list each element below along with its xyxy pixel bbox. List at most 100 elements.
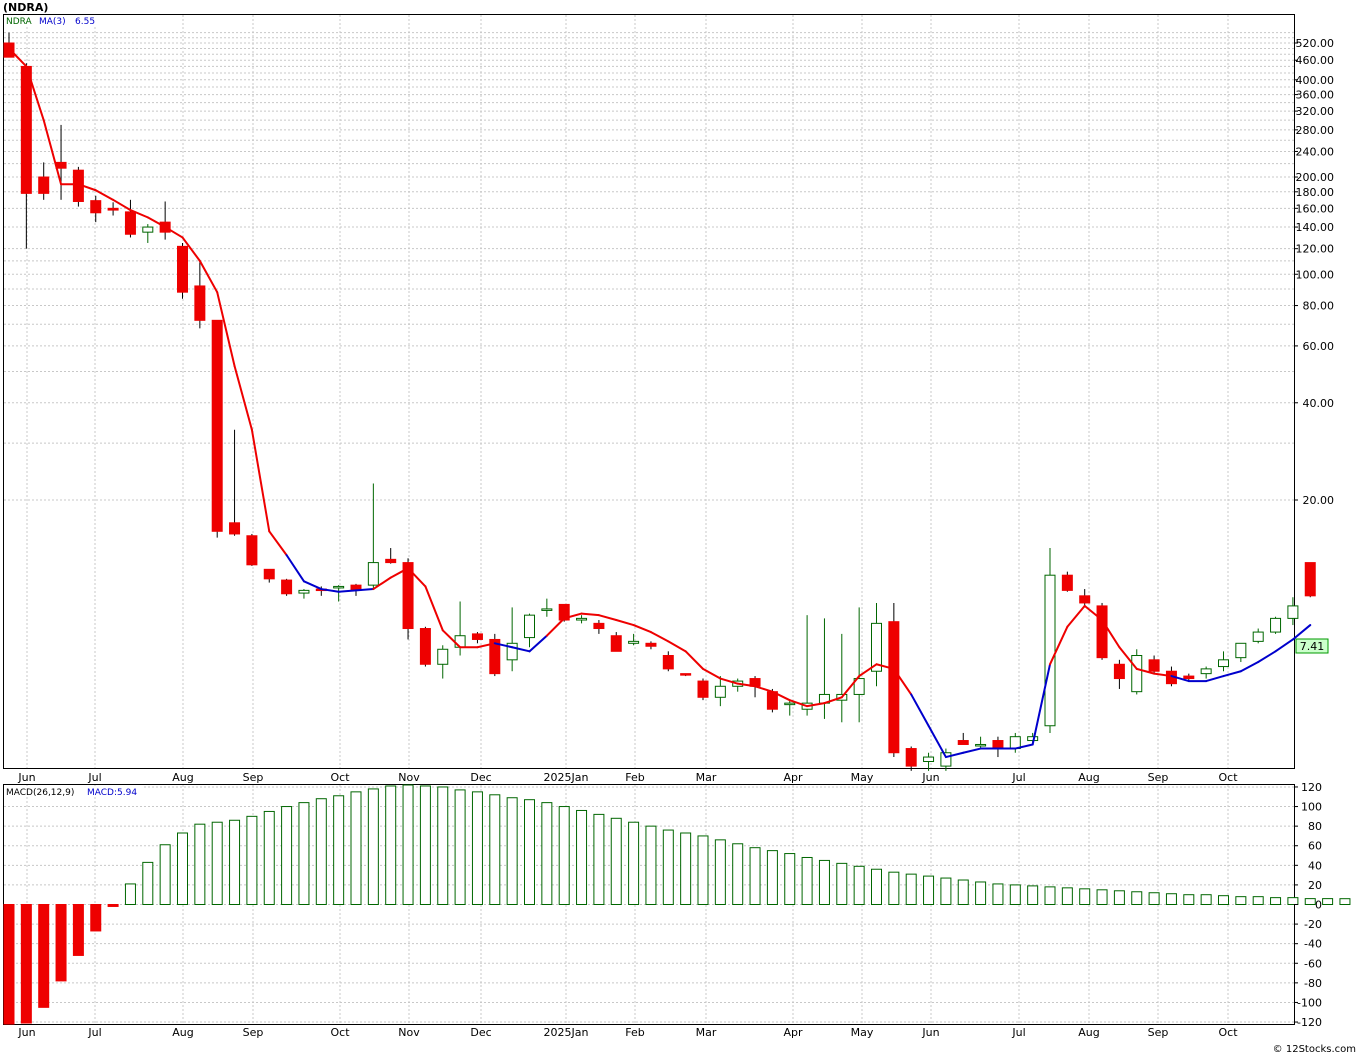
macd-bar bbox=[1304, 898, 1316, 905]
macd-bar bbox=[107, 904, 119, 907]
price-y-tick-label: 520.00 bbox=[1296, 37, 1335, 50]
macd-bar bbox=[732, 843, 744, 906]
macd-bar bbox=[558, 806, 570, 906]
macd-bar bbox=[784, 853, 796, 905]
macd-bar bbox=[229, 819, 241, 905]
price-y-tick-label: 240.00 bbox=[1296, 145, 1335, 158]
macd-legend-value: MACD:5.94 bbox=[87, 788, 137, 798]
price-x-tick-label: May bbox=[851, 771, 874, 784]
macd-y-tick-label: -20 bbox=[1304, 918, 1322, 931]
macd-bar bbox=[905, 873, 917, 906]
macd-bar bbox=[1235, 896, 1247, 906]
candle-body bbox=[471, 633, 483, 640]
macd-bar bbox=[454, 789, 466, 905]
macd-bar bbox=[367, 788, 379, 905]
macd-bar bbox=[1148, 892, 1160, 906]
macd-bar bbox=[593, 813, 605, 906]
candle-body bbox=[1113, 663, 1125, 680]
macd-y-tick-label: -60 bbox=[1304, 957, 1322, 970]
macd-x-tick-label: Mar bbox=[696, 1026, 717, 1039]
candle-body bbox=[1270, 617, 1282, 633]
candle-body bbox=[1183, 675, 1195, 680]
candle-body bbox=[714, 685, 726, 698]
macd-bar bbox=[159, 844, 171, 905]
macd-bar bbox=[1270, 897, 1282, 905]
price-y-tick-label: 180.00 bbox=[1296, 186, 1335, 199]
macd-bar bbox=[1339, 898, 1351, 905]
macd-x-tick-label: Oct bbox=[330, 1026, 350, 1039]
candle-body bbox=[177, 245, 188, 293]
macd-bar bbox=[177, 832, 188, 906]
macd-x-tick-label: May bbox=[851, 1026, 874, 1039]
candle-body bbox=[645, 642, 657, 647]
candle-body bbox=[3, 42, 15, 58]
macd-x-tick-label: Jun bbox=[921, 1026, 939, 1039]
macd-bar bbox=[194, 823, 206, 905]
candle-body bbox=[211, 319, 223, 532]
candle-body bbox=[229, 522, 241, 535]
macd-bar bbox=[1061, 887, 1073, 906]
macd-x-tick-label: Jul bbox=[1011, 1026, 1025, 1039]
price-y-tick-label: 320.00 bbox=[1296, 105, 1335, 118]
price-y-tick-label: 80.00 bbox=[1303, 300, 1335, 313]
price-x-tick-label: Jul bbox=[1011, 771, 1025, 784]
macd-x-tick-label: Nov bbox=[398, 1026, 420, 1039]
macd-bar bbox=[1200, 894, 1212, 905]
candle-body bbox=[593, 622, 605, 630]
macd-bar bbox=[628, 821, 640, 905]
macd-bar bbox=[662, 829, 674, 905]
candle-body bbox=[1304, 562, 1316, 597]
macd-bar bbox=[749, 847, 761, 906]
macd-bar bbox=[20, 904, 32, 1024]
candle-body bbox=[38, 176, 50, 194]
price-y-tick-label: 360.00 bbox=[1296, 89, 1335, 102]
macd-bar bbox=[992, 883, 1004, 905]
price-x-tick-label: Nov bbox=[398, 771, 420, 784]
legend-ma-value: 6.55 bbox=[75, 17, 95, 27]
candle-body bbox=[55, 161, 67, 169]
price-x-tick-label: Aug bbox=[172, 771, 193, 784]
candle-body bbox=[437, 648, 449, 665]
macd-bar bbox=[1287, 897, 1299, 905]
macd-y-tick-label: 40 bbox=[1308, 859, 1322, 872]
macd-bar bbox=[1027, 885, 1039, 905]
candle-body bbox=[263, 568, 275, 580]
macd-bar bbox=[610, 817, 622, 906]
macd-bar bbox=[1322, 898, 1334, 905]
macd-bar bbox=[1044, 886, 1056, 905]
price-x-tick-label: Dec bbox=[470, 771, 491, 784]
macd-bar bbox=[714, 839, 726, 906]
macd-bar bbox=[576, 809, 588, 906]
macd-bar bbox=[645, 825, 657, 905]
candle-body bbox=[142, 226, 154, 233]
candle-body bbox=[576, 617, 588, 621]
macd-bar bbox=[1096, 889, 1108, 905]
price-y-tick-label: 60.00 bbox=[1303, 340, 1335, 353]
price-x-tick-label: Mar bbox=[696, 771, 717, 784]
macd-x-tick-label: Jul bbox=[87, 1026, 101, 1039]
candle-body bbox=[454, 635, 466, 648]
macd-bar bbox=[1113, 890, 1125, 905]
macd-bar bbox=[1252, 896, 1264, 906]
price-x-tick-label: 2025Jan bbox=[544, 771, 589, 784]
macd-bar bbox=[1131, 891, 1143, 906]
macd-y-tick-label: 60 bbox=[1308, 840, 1322, 853]
macd-bar bbox=[506, 797, 518, 905]
candle-body bbox=[1200, 668, 1212, 675]
candle-body bbox=[1079, 595, 1091, 604]
price-x-tick-label: Jun bbox=[921, 771, 939, 784]
macd-x-tick-label: Dec bbox=[470, 1026, 491, 1039]
macd-x-tick-label: Sep bbox=[243, 1026, 264, 1039]
macd-y-tick-label: 100 bbox=[1301, 801, 1322, 814]
legend-symbol: NDRA bbox=[6, 17, 33, 27]
price-x-tick-label: Feb bbox=[625, 771, 644, 784]
candle-body bbox=[888, 621, 900, 754]
candle-body bbox=[975, 743, 987, 747]
macd-bar bbox=[836, 862, 848, 905]
candle-body bbox=[385, 558, 397, 564]
candle-body bbox=[610, 635, 622, 652]
macd-y-tick-label: -100 bbox=[1297, 996, 1322, 1009]
price-y-tick-label: 200.00 bbox=[1296, 171, 1335, 184]
macd-bar bbox=[211, 821, 223, 905]
candle-body bbox=[905, 748, 917, 767]
